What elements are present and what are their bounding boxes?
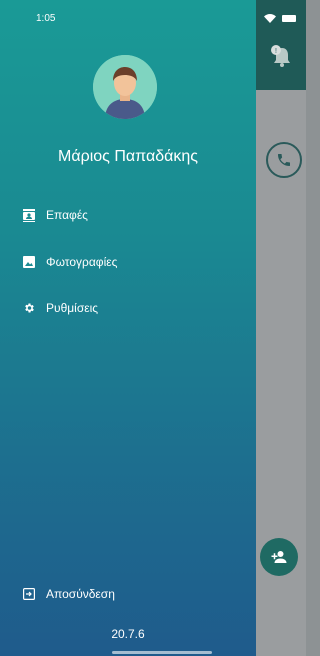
add-contact-button[interactable] <box>260 538 298 576</box>
wifi-icon <box>264 14 276 23</box>
gear-icon <box>22 301 36 315</box>
menu-item-label: Επαφές <box>46 208 88 222</box>
menu-item-contacts[interactable]: Επαφές <box>22 203 88 227</box>
logout-icon <box>22 587 36 601</box>
navigation-drawer: Μάριος Παπαδάκης Επαφές Φωτογραφίες Ρυθμ… <box>0 0 256 656</box>
battery-icon <box>282 15 296 22</box>
menu-item-label: Ρυθμίσεις <box>46 301 99 315</box>
avatar[interactable] <box>93 55 157 119</box>
app-version: 20.7.6 <box>111 627 145 641</box>
logout-button[interactable]: Αποσύνδεση <box>22 582 115 606</box>
notification-bell-icon[interactable]: ! <box>268 40 296 70</box>
user-name: Μάριος Παπαδάκης <box>58 148 198 165</box>
status-time: 1:05 <box>36 13 56 24</box>
call-button[interactable] <box>266 142 302 178</box>
logout-label: Αποσύνδεση <box>46 587 115 601</box>
photo-icon <box>22 255 36 269</box>
menu-item-settings[interactable]: Ρυθμίσεις <box>22 296 98 320</box>
home-indicator <box>112 651 212 654</box>
status-bar: 1:05 <box>0 0 306 28</box>
add-person-icon <box>271 551 287 563</box>
menu-item-photos[interactable]: Φωτογραφίες <box>22 250 117 274</box>
svg-text:!: ! <box>275 48 277 55</box>
contacts-icon <box>22 208 36 222</box>
menu-item-label: Φωτογραφίες <box>46 255 118 269</box>
phone-icon <box>278 154 290 166</box>
